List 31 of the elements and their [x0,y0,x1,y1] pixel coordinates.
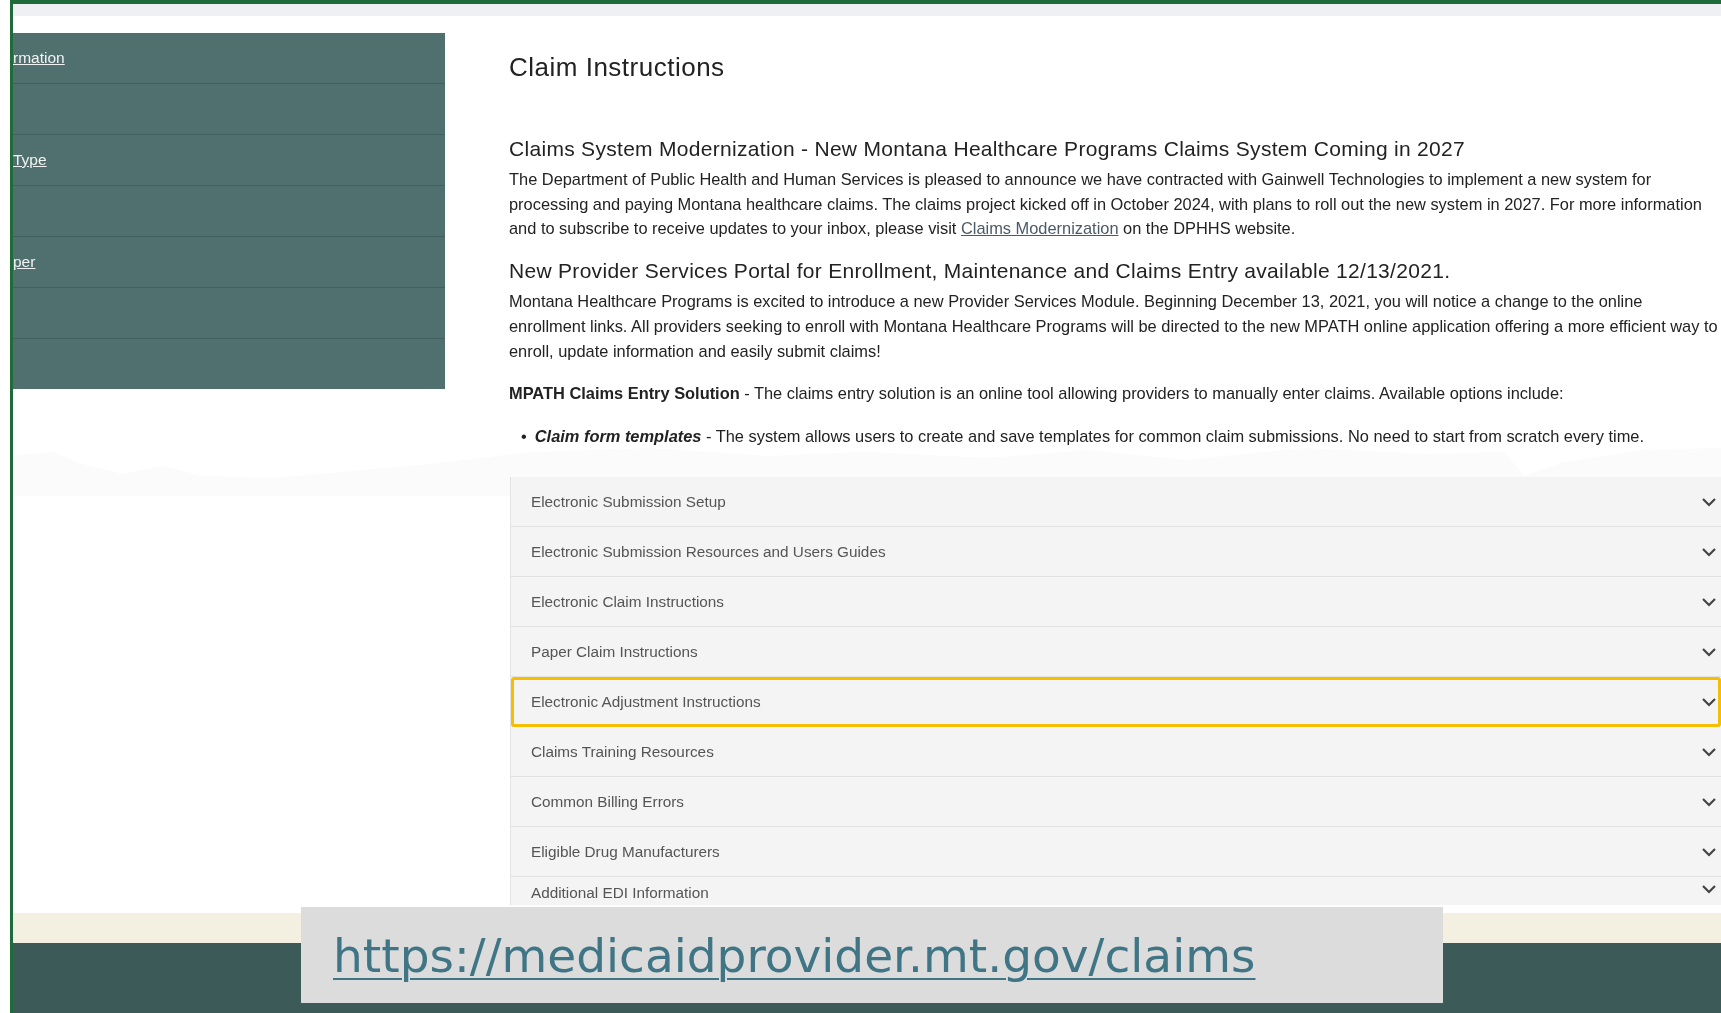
claims-modernization-link[interactable]: Claims Modernization [960,219,1119,238]
page-title: Claim Instructions [509,52,726,83]
accordion-item[interactable]: Electronic Submission Setup [511,477,1721,527]
accordion-item[interactable]: Electronic Adjustment Instructions [511,677,1721,727]
accordion-item[interactable]: Claims Training Resources [511,727,1721,777]
accordion-item[interactable]: Additional EDI Information [511,877,1721,905]
accordion-item[interactable]: Electronic Claim Instructions [511,577,1721,627]
sidebar-link[interactable]: Type [13,151,47,169]
sidebar-link[interactable]: rmation [13,49,65,67]
chevron-down-icon [1701,596,1717,607]
bullet-marker: • [521,425,527,446]
chevron-down-icon [1701,796,1717,807]
chevron-down-icon [1701,696,1717,707]
paragraph: Montana Healthcare Programs is excited to introduce a new Provider Services Module. Beginning December 13, 2021, you will notice a change to the online enrollment links. All providers seeking to enroll with Montana Healthcare Programs will be directed to the new MPATH online application offering a more efficient way to enroll, update information and easily submit claims! [509,291,1719,362]
bullet-item: Claim form templates - The system allows users to create and save templates for common claim submissions. No need to start from scratch every time. [534,425,1644,446]
sidebar-link[interactable]: per [13,253,36,271]
paragraph: The Department of Public Health and Human Services is pleased to announce we have contracted with Gainwell Technologies to implement a new system for processing and paying Montana healthcare claims. The claims project kicked off in October 2024, with plans to roll out the new system in 2027. For more information and to subscribe to receive updates to your inbox, please visit Claims Modernization on the DPHHS website. [509,169,1703,240]
chevron-down-icon [1701,846,1717,857]
chevron-down-icon [1701,546,1717,557]
chevron-down-icon [1701,884,1717,894]
accordion-item[interactable]: Common Billing Errors [511,777,1721,827]
accordion-item[interactable]: Electronic Submission Resources and Users Guides [511,527,1721,577]
section-heading: New Provider Services Portal for Enrollment, Maintenance and Claims Entry available 12/13/2021. [509,259,1452,284]
chevron-down-icon [1701,746,1717,757]
accordion-item[interactable]: Eligible Drug Manufacturers [511,827,1721,877]
section-heading: Claims System Modernization - New Montana Healthcare Programs Claims System Coming in 2027 [509,137,1466,161]
accordion-item[interactable]: Paper Claim Instructions [511,627,1721,677]
paragraph: MPATH Claims Entry Solution - The claims entry solution is an online tool allowing providers to manually enter claims. Available options include: [509,383,1565,405]
chevron-down-icon [1701,496,1717,507]
url-caption-link[interactable]: https://medicaidprovider.mt.gov/claims [301,907,1443,1003]
chevron-down-icon [1701,646,1717,657]
